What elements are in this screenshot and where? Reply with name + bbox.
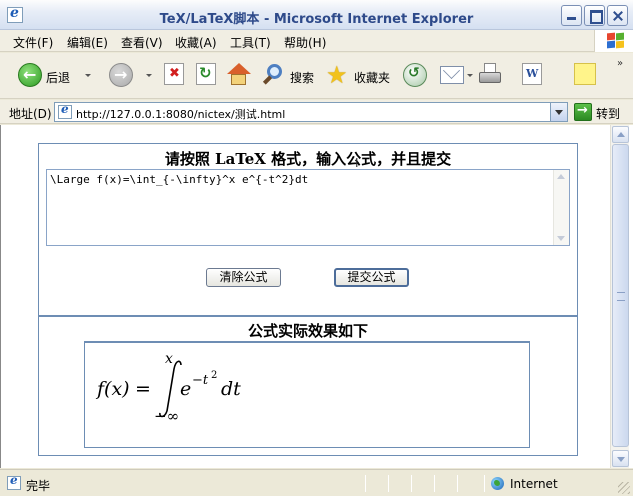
status-separator bbox=[434, 475, 435, 492]
menu-edit[interactable]: 编辑(E) bbox=[67, 34, 108, 51]
menu-tools[interactable]: 工具(T) bbox=[230, 34, 271, 51]
toolbar-more-icon[interactable]: » bbox=[617, 58, 623, 69]
maximize-button[interactable] bbox=[584, 5, 605, 26]
status-separator bbox=[484, 475, 485, 492]
favorites-star-icon[interactable]: ★ bbox=[326, 63, 348, 87]
status-page-icon bbox=[7, 473, 21, 490]
scroll-down-icon[interactable] bbox=[612, 450, 629, 467]
stop-icon[interactable] bbox=[164, 63, 184, 85]
address-dropdown-icon[interactable] bbox=[550, 103, 567, 121]
media-icon[interactable] bbox=[403, 63, 427, 87]
input-panel-title: 请按照 LaTeX 格式，输入公式，并且提交 bbox=[164, 150, 452, 168]
textarea-scroll-up-icon[interactable] bbox=[557, 174, 565, 179]
input-panel: 请按照 LaTeX 格式，输入公式，并且提交 \Large f(x)=\int_… bbox=[38, 143, 578, 316]
formula-base: e bbox=[180, 378, 191, 400]
forward-dropdown-icon[interactable] bbox=[146, 74, 152, 77]
search-label[interactable]: 搜索 bbox=[290, 69, 314, 86]
search-icon[interactable] bbox=[262, 63, 286, 87]
address-label: 地址(D) bbox=[9, 107, 52, 121]
scroll-thumb[interactable] bbox=[612, 144, 629, 447]
print-icon[interactable] bbox=[478, 63, 502, 87]
internet-globe-icon bbox=[491, 477, 504, 490]
menu-file[interactable]: 文件(F) bbox=[13, 34, 53, 51]
back-arrow-icon[interactable] bbox=[18, 63, 42, 87]
go-label[interactable]: 转到 bbox=[596, 105, 620, 122]
scroll-up-icon[interactable] bbox=[612, 126, 629, 143]
status-separator bbox=[457, 475, 458, 492]
note-icon[interactable] bbox=[574, 63, 596, 85]
submit-formula-button[interactable]: 提交公式 bbox=[334, 268, 409, 287]
window-title: TeX/LaTeX脚本 - Microsoft Internet Explore… bbox=[159, 12, 474, 27]
integral-lower-limit: −∞ bbox=[154, 407, 179, 425]
minimize-button[interactable] bbox=[561, 5, 582, 26]
mail-dropdown-icon[interactable] bbox=[467, 74, 473, 77]
refresh-icon[interactable] bbox=[196, 63, 216, 85]
result-panel: 公式实际效果如下 f(x) = x −∞ e −t 2 dt bbox=[38, 316, 578, 456]
integral-upper-limit: x bbox=[165, 351, 173, 367]
back-dropdown-icon[interactable] bbox=[85, 74, 91, 77]
formula-exponent: −t bbox=[192, 373, 209, 388]
status-bar: 完毕 Internet bbox=[0, 469, 633, 496]
formula-render-box: f(x) = x −∞ e −t 2 dt bbox=[84, 341, 530, 448]
formula-equals: = bbox=[135, 378, 151, 400]
address-bar: 地址(D) http://127.0.0.1:8080/nictex/测试.ht… bbox=[0, 100, 633, 124]
rendered-formula: f(x) = x −∞ e −t 2 dt bbox=[95, 351, 241, 425]
resize-grip[interactable] bbox=[618, 482, 630, 494]
latex-input-text[interactable]: \Large f(x)=\int_{-\infty}^x e^{-t^2}dt bbox=[50, 173, 308, 186]
status-separator bbox=[365, 475, 366, 492]
menu-favorites[interactable]: 收藏(A) bbox=[175, 34, 217, 51]
latex-input[interactable]: \Large f(x)=\int_{-\infty}^x e^{-t^2}dt bbox=[46, 169, 570, 246]
security-zone: Internet bbox=[510, 477, 558, 491]
page-scrollbar[interactable] bbox=[610, 125, 629, 468]
favorites-label[interactable]: 收藏夹 bbox=[354, 69, 390, 86]
forward-arrow-icon[interactable] bbox=[109, 63, 133, 87]
menu-view[interactable]: 查看(V) bbox=[121, 34, 163, 51]
result-panel-title: 公式实际效果如下 bbox=[247, 322, 368, 340]
title-bar: TeX/LaTeX脚本 - Microsoft Internet Explore… bbox=[0, 0, 633, 30]
status-separator bbox=[388, 475, 389, 492]
back-label[interactable]: 后退 bbox=[46, 69, 70, 86]
page-icon bbox=[58, 102, 72, 119]
menu-help[interactable]: 帮助(H) bbox=[284, 34, 326, 51]
toolbar: 后退 搜索 ★ 收藏夹 » bbox=[0, 53, 633, 99]
edit-word-icon[interactable] bbox=[522, 63, 542, 85]
status-text: 完毕 bbox=[26, 479, 51, 493]
textarea-scrollbar[interactable] bbox=[553, 170, 569, 245]
windows-logo-icon bbox=[594, 30, 633, 52]
formula-exponent-power: 2 bbox=[211, 370, 217, 381]
clear-formula-button[interactable]: 清除公式 bbox=[206, 268, 281, 287]
address-input[interactable]: http://127.0.0.1:8080/nictex/测试.html bbox=[54, 102, 568, 122]
menu-bar: 文件(F) 编辑(E) 查看(V) 收藏(A) 工具(T) 帮助(H) bbox=[0, 30, 633, 52]
mail-icon[interactable] bbox=[440, 66, 464, 84]
status-separator bbox=[411, 475, 412, 492]
formula-differential: dt bbox=[221, 378, 241, 400]
address-url[interactable]: http://127.0.0.1:8080/nictex/测试.html bbox=[76, 106, 285, 122]
text-cursor-icon: I bbox=[355, 156, 359, 170]
textarea-scroll-down-icon[interactable] bbox=[557, 236, 565, 241]
close-button[interactable] bbox=[607, 5, 628, 26]
formula-lhs: f(x) bbox=[95, 378, 130, 400]
go-arrow-icon[interactable] bbox=[574, 103, 592, 121]
home-icon[interactable] bbox=[226, 63, 251, 87]
